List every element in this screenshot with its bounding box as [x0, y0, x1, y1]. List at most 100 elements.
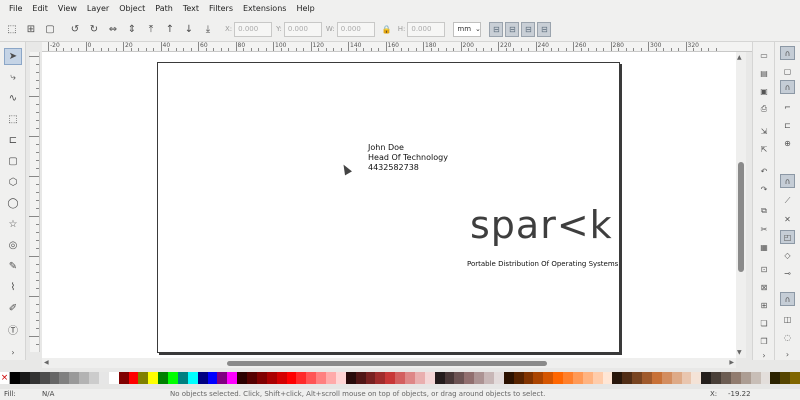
snap-bbox-center-icon[interactable]: ⊕	[780, 136, 795, 150]
tweak-tool-icon[interactable]: ∿	[4, 90, 22, 107]
color-swatch[interactable]	[730, 372, 741, 384]
color-swatch[interactable]	[385, 372, 396, 384]
color-swatch[interactable]	[740, 372, 751, 384]
color-swatch[interactable]	[671, 372, 682, 384]
clone-icon[interactable]: ❐	[757, 334, 771, 348]
color-swatch[interactable]	[29, 372, 40, 384]
snap-smooth-nodes-icon[interactable]: ◇	[780, 248, 795, 262]
color-swatch[interactable]	[355, 372, 366, 384]
transform-gradients-icon[interactable]: ⊟	[521, 21, 536, 37]
snap-cusp-nodes-icon[interactable]: ◰	[780, 230, 795, 244]
color-swatch[interactable]	[207, 372, 218, 384]
menu-help[interactable]: Help	[291, 4, 319, 13]
color-swatch[interactable]	[444, 372, 455, 384]
snap-others-icon[interactable]: ∩	[780, 292, 795, 306]
copy-icon[interactable]: ⧉	[757, 204, 771, 218]
ellipse-tool-icon[interactable]: ◯	[4, 195, 22, 212]
color-swatch[interactable]	[721, 372, 731, 384]
color-swatch[interactable]	[118, 372, 129, 384]
color-swatch[interactable]	[59, 372, 70, 384]
color-swatch[interactable]	[247, 372, 257, 384]
color-swatch[interactable]	[335, 372, 346, 384]
duplicate-icon[interactable]: ❏	[757, 316, 771, 330]
color-swatch[interactable]	[39, 372, 50, 384]
color-swatch[interactable]	[454, 372, 465, 384]
node-tool-icon[interactable]: ⤷	[4, 69, 22, 86]
contact-name[interactable]: John Doe	[368, 143, 448, 153]
color-swatch[interactable]	[612, 372, 623, 384]
pencil-tool-icon[interactable]: ✎	[4, 258, 22, 275]
color-swatch[interactable]	[572, 372, 583, 384]
chevron-right-icon[interactable]: ›	[4, 344, 22, 361]
color-swatch[interactable]	[424, 372, 435, 384]
color-swatch[interactable]	[10, 372, 20, 384]
paste-icon[interactable]: ▦	[757, 240, 771, 254]
unit-select[interactable]: mm ⌄	[453, 21, 482, 37]
color-swatch[interactable]	[128, 372, 139, 384]
canvas[interactable]: John Doe Head Of Technology 4432582738 s…	[42, 52, 736, 358]
vertical-scroll-thumb[interactable]	[738, 162, 744, 272]
color-swatch[interactable]	[760, 372, 771, 384]
color-swatch[interactable]	[138, 372, 149, 384]
star-tool-icon[interactable]: ☆	[4, 216, 22, 233]
rotate-ccw-icon[interactable]: ↺	[67, 21, 83, 37]
cut-icon[interactable]: ✂	[757, 222, 771, 236]
snap-centers-icon[interactable]: ◫	[780, 312, 795, 326]
color-swatch[interactable]	[365, 372, 376, 384]
redo-icon[interactable]: ↷	[757, 182, 771, 196]
color-swatch[interactable]	[414, 372, 425, 384]
contact-block[interactable]: John Doe Head Of Technology 4432582738	[368, 143, 448, 173]
color-swatch[interactable]	[217, 372, 228, 384]
snap-intersections-icon[interactable]: ✕	[780, 212, 795, 226]
color-swatch[interactable]	[622, 372, 633, 384]
menu-object[interactable]: Object	[114, 4, 150, 13]
width-input[interactable]: 0.000	[336, 21, 375, 37]
snap-nodes-icon[interactable]: ∩	[780, 174, 795, 188]
color-swatch[interactable]	[19, 372, 30, 384]
menu-filters[interactable]: Filters	[204, 4, 238, 13]
flip-vertical-icon[interactable]: ⇕	[124, 21, 140, 37]
scale-stroke-icon[interactable]: ⊟	[489, 21, 504, 37]
select-all-layers-icon[interactable]: ⊞	[23, 21, 39, 37]
color-swatch[interactable]	[345, 372, 356, 384]
color-swatch[interactable]	[79, 372, 89, 384]
undo-icon[interactable]: ↶	[757, 164, 771, 178]
deselect-icon[interactable]: ▢	[42, 21, 58, 37]
color-swatch[interactable]	[237, 372, 247, 384]
menu-view[interactable]: View	[53, 4, 82, 13]
color-swatch[interactable]	[632, 372, 642, 384]
color-swatch[interactable]	[711, 372, 721, 384]
zoom-page-icon[interactable]: ⊞	[757, 298, 771, 312]
color-swatch[interactable]	[89, 372, 99, 384]
color-swatch[interactable]	[306, 372, 317, 384]
contact-title[interactable]: Head Of Technology	[368, 153, 448, 163]
color-swatch[interactable]	[750, 372, 761, 384]
color-swatch[interactable]	[523, 372, 534, 384]
color-swatch[interactable]	[790, 372, 800, 384]
vertical-scrollbar[interactable]: ▲ ▼	[736, 52, 746, 358]
snap-midpoints-icon[interactable]: ⊸	[780, 266, 795, 280]
color-swatch[interactable]	[266, 372, 277, 384]
chevron-right-icon[interactable]: ›	[757, 348, 771, 362]
color-swatch[interactable]	[148, 372, 159, 384]
color-swatch[interactable]	[691, 372, 702, 384]
menu-text[interactable]: Text	[178, 4, 204, 13]
color-swatch[interactable]	[405, 372, 415, 384]
color-swatch[interactable]	[474, 372, 484, 384]
snap-toggle-icon[interactable]: ∩	[780, 46, 795, 60]
pen-tool-icon[interactable]: ⌇	[4, 279, 22, 296]
x-input[interactable]: 0.000	[234, 21, 273, 37]
raise-icon[interactable]: ↑	[162, 21, 178, 37]
snap-bbox-edges-icon[interactable]: ∩	[780, 80, 795, 94]
import-icon[interactable]: ⇲	[757, 124, 771, 138]
snap-rotation-center-icon[interactable]: ◌	[780, 330, 795, 344]
raise-to-top-icon[interactable]: ⤒	[143, 21, 159, 37]
menu-path[interactable]: Path	[150, 4, 178, 13]
color-swatch[interactable]	[503, 372, 514, 384]
zoom-drawing-icon[interactable]: ⊠	[757, 280, 771, 294]
lower-to-bottom-icon[interactable]: ⤓	[200, 21, 216, 37]
menu-file[interactable]: File	[4, 4, 27, 13]
scale-corners-icon[interactable]: ⊟	[505, 21, 520, 37]
select-all-icon[interactable]: ⬚	[4, 21, 20, 37]
scroll-up-icon[interactable]: ▲	[737, 54, 742, 61]
